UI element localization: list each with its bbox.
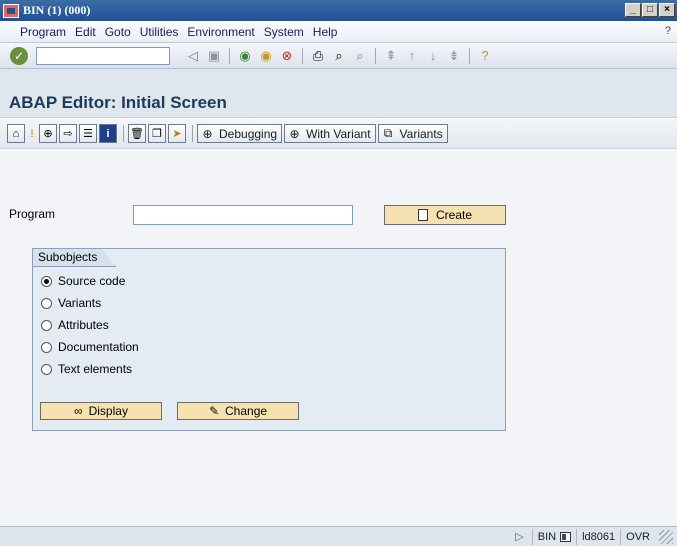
checkmark-icon[interactable]: ✓ (10, 46, 28, 65)
display-button[interactable]: ∞ Display (40, 402, 162, 420)
standard-toolbar: ✓ ◁ ▣ ◉ ◉ ⊗ ⎙ ⌕ ⌕ ⇞ ↑ ↓ ⇟ ? (0, 43, 677, 69)
status-host: ld8061 (576, 528, 620, 545)
status-system-label: BIN (537, 530, 557, 543)
minimize-button[interactable]: _ (625, 3, 641, 17)
page-title: ABAP Editor: Initial Screen (9, 93, 227, 112)
menu-environment[interactable]: Environment (187, 25, 254, 39)
radio-button[interactable] (41, 341, 52, 353)
create-label: Create (435, 208, 473, 222)
program-input[interactable] (133, 205, 353, 225)
debug-icon: ⊕ (202, 126, 213, 141)
navigate-back-icon[interactable]: ◉ (236, 47, 254, 65)
status-bar: ▷ BIN ld8061 OVR (0, 526, 677, 546)
menu-bar: Program Edit Goto Utilities Environment … (0, 21, 677, 43)
other-object-icon[interactable]: ⌂ (7, 124, 25, 143)
delete-icon[interactable]: 🗑 (128, 124, 146, 143)
toolbar-separator (229, 47, 230, 64)
change-label: Change (225, 404, 268, 418)
execute-variant-icon: ⊕ (289, 126, 300, 141)
radio-button[interactable] (41, 275, 52, 287)
radio-label: Variants (58, 296, 102, 310)
variants-button[interactable]: ⧉ Variants (377, 124, 448, 143)
subobjects-title: Subobjects (32, 248, 117, 267)
command-field[interactable] (36, 46, 170, 65)
menu-goto[interactable]: Goto (105, 25, 131, 39)
pencil-icon: ✎ (208, 404, 219, 418)
radio-text-elements[interactable]: Text elements (41, 362, 132, 376)
find-icon[interactable]: ⌕ (330, 47, 348, 65)
radio-variants[interactable]: Variants (41, 296, 101, 310)
radio-button[interactable] (41, 319, 52, 331)
object-list-icon[interactable]: ☰ (79, 124, 97, 143)
check-syntax-icon[interactable]: ! (27, 124, 37, 143)
document-icon (417, 209, 428, 221)
radio-button[interactable] (41, 363, 52, 375)
radio-attributes[interactable]: Attributes (41, 318, 109, 332)
status-system: BIN (531, 528, 576, 545)
with-variant-label: With Variant (306, 126, 371, 141)
last-page-icon[interactable]: ⇟ (445, 47, 463, 65)
info-icon[interactable]: i (99, 124, 117, 143)
radio-source-code[interactable]: Source code (41, 274, 125, 288)
display-label: Display (88, 404, 128, 418)
copy-icon[interactable]: ❐ (148, 124, 166, 143)
where-used-icon[interactable]: ⇨ (59, 124, 77, 143)
radio-documentation[interactable]: Documentation (41, 340, 139, 354)
menu-program[interactable]: Program (20, 25, 66, 39)
toolbar-separator (375, 47, 376, 64)
glasses-icon: ∞ (74, 404, 83, 418)
toolbar-separator (469, 47, 470, 64)
with-variant-button[interactable]: ⊕ With Variant (284, 124, 376, 143)
radio-label: Attributes (58, 318, 109, 332)
toolbar-separator (192, 125, 193, 142)
help-icon[interactable]: ? (476, 47, 494, 65)
next-page-icon[interactable]: ↓ (424, 47, 442, 65)
previous-page-icon[interactable]: ↑ (403, 47, 421, 65)
window-title-bar: BIN (1) (000) _ □ × (0, 0, 677, 21)
create-button[interactable]: Create (384, 205, 506, 225)
menu-system[interactable]: System (264, 25, 304, 39)
print-icon[interactable]: ⎙ (309, 47, 327, 65)
status-expand-icon[interactable]: ▷ (515, 530, 523, 543)
session-icon[interactable] (560, 531, 572, 542)
menu-utilities[interactable]: Utilities (140, 25, 179, 39)
change-button[interactable]: ✎ Change (177, 402, 299, 420)
menu-help[interactable]: Help (313, 25, 338, 39)
program-label: Program (9, 207, 56, 221)
menu-help-question[interactable]: ? (665, 25, 671, 37)
radio-label: Text elements (58, 362, 133, 376)
radio-label: Documentation (58, 340, 139, 354)
close-button[interactable]: × (659, 3, 675, 17)
execute-icon[interactable]: ⊕ (39, 124, 57, 143)
first-page-icon[interactable]: ⇞ (382, 47, 400, 65)
back-icon[interactable]: ◁ (184, 47, 202, 65)
toolbar-separator (123, 125, 124, 142)
rename-icon[interactable]: ➤ (168, 124, 186, 143)
find-next-icon[interactable]: ⌕ (351, 47, 369, 65)
window-title: BIN (1) (000) (23, 3, 91, 17)
resize-grip-icon[interactable] (659, 529, 673, 544)
variants-icon: ⧉ (383, 126, 393, 140)
radio-button[interactable] (41, 297, 52, 309)
status-mode[interactable]: OVR (620, 528, 655, 545)
radio-label: Source code (58, 274, 126, 288)
main-area: Program Create Subobjects Source code Va… (0, 150, 677, 526)
toolbar-separator (302, 47, 303, 64)
menu-edit[interactable]: Edit (75, 25, 96, 39)
save-icon[interactable]: ▣ (205, 47, 223, 65)
debugging-button[interactable]: ⊕ Debugging (197, 124, 283, 143)
application-toolbar: ⌂ ! ⊕ ⇨ ☰ i 🗑 ❐ ➤ ⊕ Debugging ⊕ With Var… (0, 119, 677, 149)
maximize-button[interactable]: □ (642, 3, 658, 17)
exit-icon[interactable]: ◉ (257, 47, 275, 65)
subobjects-group: Subobjects Source code Variants Attribut… (32, 248, 506, 431)
variants-label: Variants (399, 126, 443, 141)
debugging-label: Debugging (219, 126, 278, 141)
cancel-icon[interactable]: ⊗ (278, 47, 296, 65)
sap-app-icon (3, 3, 19, 18)
